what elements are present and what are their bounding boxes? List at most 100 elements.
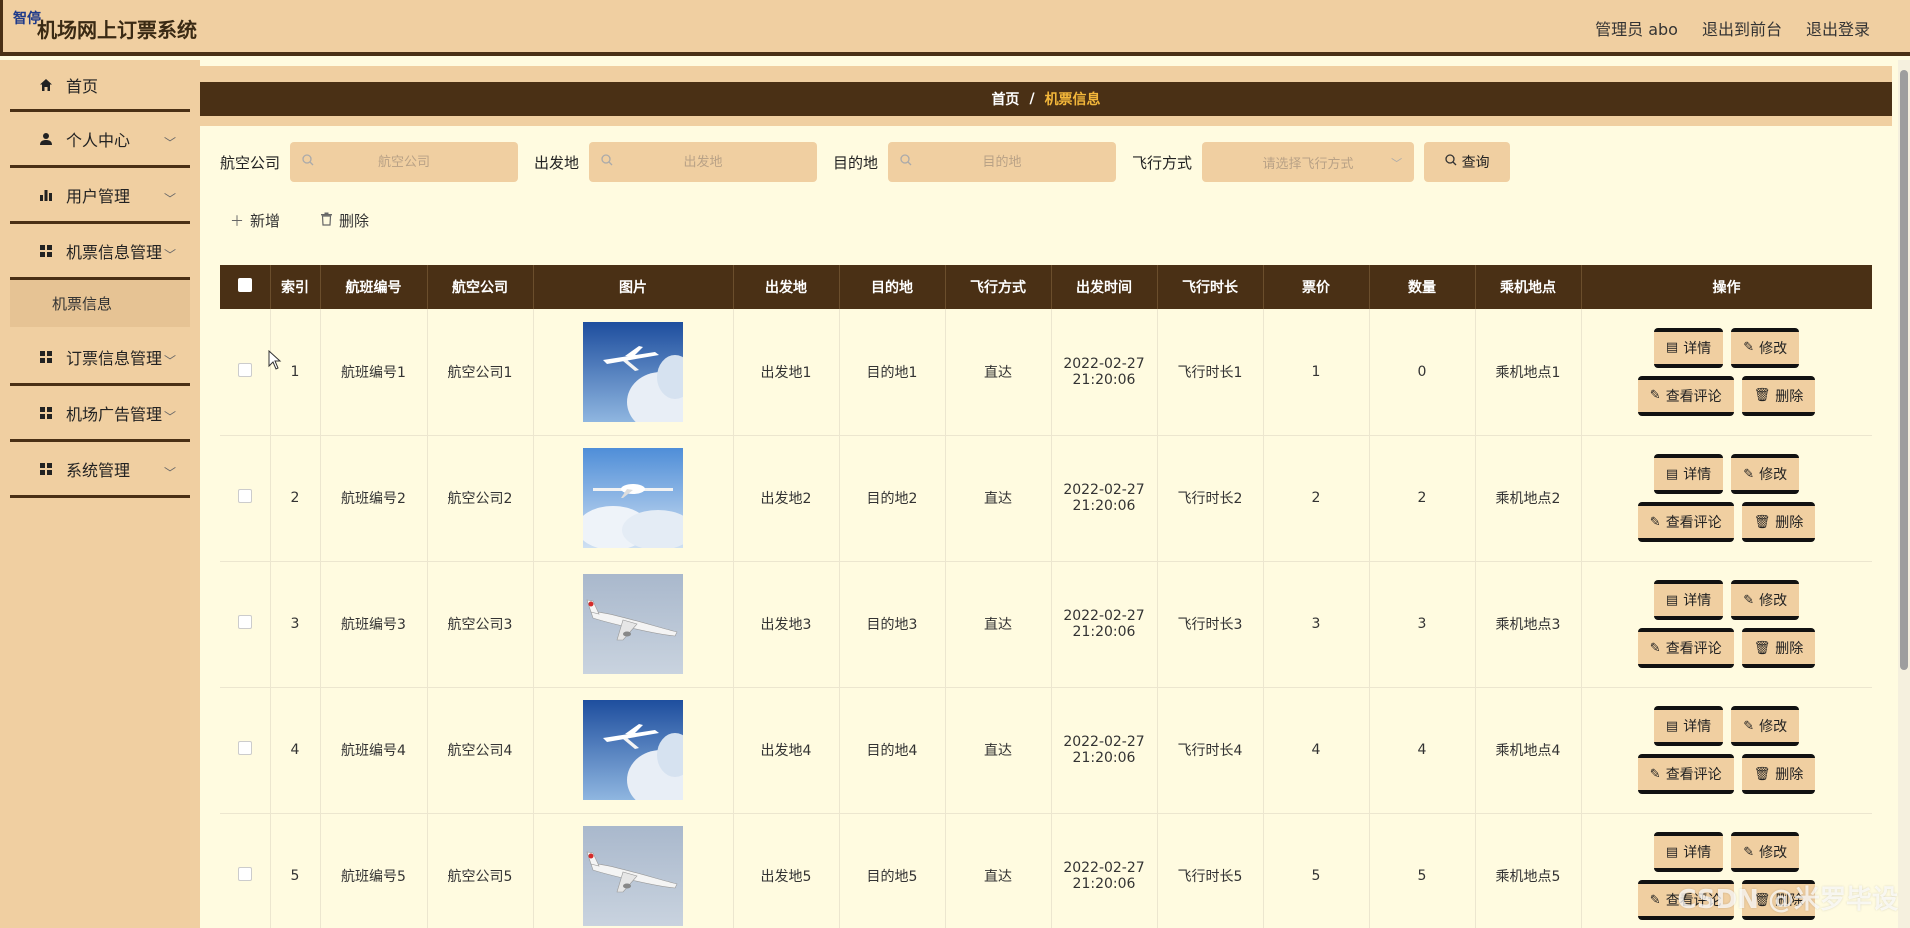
cell-index: 2 [270, 435, 321, 562]
cell-operations: ▤ 详情 ✎ 修改 ✎ 查看评论 🗑 删除 [1581, 687, 1872, 814]
row-select-cell [220, 309, 271, 436]
departure-date: 2022-02-27 [1063, 608, 1145, 624]
cell-flight-mode: 直达 [945, 561, 1052, 688]
column-header: 索引 [270, 265, 321, 309]
cell-image [533, 435, 734, 562]
cell-price: 3 [1263, 561, 1370, 688]
row-delete-button[interactable]: 🗑 删除 [1741, 628, 1816, 668]
edit-button[interactable]: ✎ 修改 [1731, 327, 1800, 368]
airplane-thumbnail[interactable] [583, 700, 683, 800]
sidebar-item-ticket-management[interactable]: 机票信息管理 ﹀ [10, 224, 190, 280]
sidebar-item-label: 个人中心 [66, 130, 131, 150]
row-delete-button[interactable]: 🗑 删除 [1741, 502, 1816, 542]
document-icon: ▤ [1665, 718, 1679, 734]
header-links: 管理员 abo 退出到前台 退出登录 [1595, 16, 1870, 40]
view-comments-button[interactable]: ✎ 查看评论 [1637, 502, 1734, 542]
cell-flight-number: 航班编号2 [320, 435, 428, 562]
airplane-thumbnail[interactable] [583, 574, 683, 674]
view-comments-button-label: 查看评论 [1665, 388, 1722, 405]
document-icon: ▤ [1665, 466, 1679, 482]
table-header-row: 索引 航班编号 航空公司 图片 出发地 目的地 飞行方式 出发时间 飞行时长 票… [220, 265, 1872, 309]
detail-button-label: 详情 [1683, 845, 1712, 861]
cell-destination: 目的地5 [839, 813, 946, 928]
sidebar-item-system-management[interactable]: 系统管理 ﹀ [10, 442, 190, 498]
view-comments-button-label: 查看评论 [1665, 641, 1722, 657]
departure-clock: 21:20:06 [1072, 876, 1136, 892]
cell-image [533, 309, 734, 436]
ops-row: ▤ 详情 ✎ 修改 [1653, 327, 1800, 368]
cell-departure-time: 2022-02-27 21:20:06 [1051, 687, 1158, 814]
batch-delete-button[interactable]: 删除 [320, 210, 369, 231]
airplane-thumbnail[interactable] [583, 321, 683, 422]
view-comments-button[interactable]: ✎ 查看评论 [1637, 754, 1734, 794]
edit-button-label: 修改 [1759, 719, 1788, 735]
breadcrumb-separator: / [1029, 91, 1035, 107]
sidebar-item-profile[interactable]: 个人中心 ﹀ [10, 112, 190, 168]
row-checkbox[interactable] [237, 741, 252, 755]
cell-operations: ▤ 详情 ✎ 修改 ✎ 查看评论 🗑 删除 [1581, 435, 1872, 562]
cell-departure-time: 2022-02-27 21:20:06 [1051, 309, 1158, 436]
sidebar-item-home[interactable]: 首页 [10, 60, 190, 112]
sidebar-subitem-ticket-info[interactable]: 机票信息 [10, 280, 190, 330]
document-icon: ▤ [1665, 844, 1679, 860]
detail-button[interactable]: ▤ 详情 [1653, 832, 1724, 872]
row-checkbox[interactable] [237, 489, 252, 503]
select-all-checkbox[interactable] [237, 278, 252, 292]
airline-search-input[interactable] [290, 142, 519, 182]
sidebar-item-users[interactable]: 用户管理 ﹀ [10, 168, 190, 224]
scrollbar-thumb[interactable] [1900, 70, 1908, 670]
cell-flight-mode: 直达 [945, 687, 1052, 814]
cell-airline: 航空公司2 [427, 435, 534, 562]
view-comments-button-label: 查看评论 [1665, 767, 1722, 783]
row-checkbox[interactable] [237, 867, 252, 881]
detail-button[interactable]: ▤ 详情 [1653, 454, 1724, 494]
ops-row: ▤ 详情 ✎ 修改 [1653, 580, 1800, 620]
edit-button[interactable]: ✎ 修改 [1731, 580, 1800, 620]
destination-search-input[interactable] [888, 142, 1117, 182]
cell-quantity: 3 [1369, 561, 1476, 688]
breadcrumb-home[interactable]: 首页 [991, 89, 1019, 109]
cell-departure-time: 2022-02-27 21:20:06 [1051, 813, 1158, 928]
view-comments-button[interactable]: ✎ 查看评论 [1637, 628, 1734, 668]
detail-button[interactable]: ▤ 详情 [1653, 327, 1724, 368]
airplane-thumbnail[interactable] [583, 826, 683, 926]
flight-mode-select[interactable]: 请选择飞行方式 ﹀ [1202, 142, 1415, 182]
view-comments-button[interactable]: ✎ 查看评论 [1637, 375, 1734, 416]
column-header: 乘机地点 [1475, 265, 1582, 309]
row-select-cell [220, 813, 271, 928]
sidebar-item-ads-management[interactable]: 机场广告管理 ﹀ [10, 386, 190, 442]
page-scrollbar[interactable] [1898, 60, 1910, 928]
exit-to-front-link[interactable]: 退出到前台 [1702, 16, 1782, 40]
origin-search-field [589, 142, 818, 182]
grid-icon [36, 406, 56, 420]
column-header: 航班编号 [320, 265, 428, 309]
detail-button-label: 详情 [1683, 593, 1712, 609]
pencil-icon: ✎ [1649, 640, 1661, 656]
row-checkbox[interactable] [237, 362, 252, 377]
row-checkbox[interactable] [237, 615, 252, 629]
logout-link[interactable]: 退出登录 [1806, 16, 1870, 40]
search-icon [1444, 154, 1457, 170]
add-button[interactable]: ＋ 新增 [230, 210, 280, 231]
origin-search-input[interactable] [589, 142, 818, 182]
cell-image [533, 813, 734, 928]
cell-image [533, 687, 734, 814]
row-delete-button[interactable]: 🗑 删除 [1741, 754, 1816, 794]
cell-duration: 飞行时长5 [1157, 813, 1264, 928]
trash-icon: 🗑 [1753, 640, 1771, 656]
query-button[interactable]: 查询 [1424, 142, 1511, 182]
detail-button[interactable]: ▤ 详情 [1653, 706, 1724, 746]
cell-quantity: 4 [1369, 687, 1476, 814]
edit-button[interactable]: ✎ 修改 [1731, 706, 1800, 746]
sidebar-item-booking-management[interactable]: 订票信息管理 ﹀ [10, 330, 190, 386]
airplane-thumbnail[interactable] [583, 448, 683, 548]
edit-button[interactable]: ✎ 修改 [1731, 454, 1800, 494]
detail-button-label: 详情 [1683, 719, 1712, 735]
row-delete-button[interactable]: 🗑 删除 [1741, 375, 1816, 416]
cell-flight-mode: 直达 [945, 435, 1052, 562]
edit-button[interactable]: ✎ 修改 [1731, 832, 1800, 872]
pencil-icon: ✎ [1649, 892, 1661, 908]
detail-button[interactable]: ▤ 详情 [1653, 580, 1724, 620]
table-row: 2 航班编号2 航空公司2 出发地2 目的地2 直达 2022-02-27 21:20:06 飞… [220, 435, 1872, 562]
row-delete-button-label: 删除 [1775, 515, 1804, 531]
